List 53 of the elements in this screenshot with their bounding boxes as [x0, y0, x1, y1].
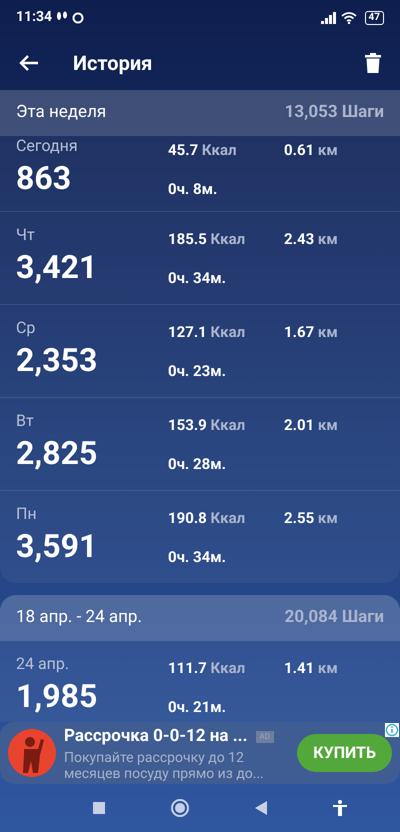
day-row[interactable]: Чт 3,421 185.5 Ккал 0ч. 34м. 2.43 км [0, 211, 400, 304]
status-time: 11:34 [16, 8, 52, 27]
day-label: Пн [16, 504, 38, 524]
week-label: Эта неделя [16, 101, 106, 124]
day-row[interactable]: Пн 3,591 190.8 Ккал 0ч. 34м. 2.55 км [0, 490, 400, 583]
calories-value: 190.8 Ккал [168, 508, 246, 529]
calories-value: 127.1 Ккал [168, 322, 246, 343]
distance-value: 2.01 км [284, 415, 338, 436]
screen-title: История [73, 50, 152, 76]
day-row[interactable]: Ср 2,353 127.1 Ккал 0ч. 23м. 1.67 км [0, 304, 400, 397]
day-label: 24 апр. [16, 654, 70, 674]
back-nav-icon[interactable] [255, 801, 267, 815]
home-button[interactable] [171, 799, 189, 817]
sync-icon [72, 12, 84, 24]
day-steps: 2,353 [16, 340, 168, 380]
wifi-icon [340, 12, 357, 24]
ad-title: Рассрочка 0-0-12 на ... [64, 725, 248, 748]
calories-value: 111.7 Ккал [168, 658, 246, 679]
distance-value: 1.41 км [284, 658, 338, 679]
duration-value: 0ч. 28м. [168, 454, 227, 474]
ad-logo [8, 729, 56, 777]
week-total: 20,084 Шаги [284, 606, 384, 630]
day-label: Сегодня [16, 136, 79, 156]
signal-icon [320, 12, 337, 24]
calories-value: 45.7 Ккал [168, 140, 238, 161]
day-steps: 863 [16, 158, 168, 198]
distance-value: 1.67 км [284, 322, 338, 343]
battery-indicator: 47 [364, 10, 384, 24]
day-steps: 3,591 [16, 526, 168, 566]
day-row[interactable]: Сегодня 863 45.7 Ккал 0ч. 8м. 0.61 км [0, 136, 400, 211]
day-row[interactable]: Вт 2,825 153.9 Ккал 0ч. 28м. 2.01 км [0, 397, 400, 490]
day-steps: 3,421 [16, 247, 168, 287]
week-total: 13,053 Шаги [284, 101, 384, 124]
duration-value: 0ч. 23м. [168, 360, 227, 382]
duration-value: 0ч. 8м. [168, 178, 218, 200]
distance-value: 2.55 км [284, 508, 338, 529]
accessibility-icon[interactable] [333, 800, 347, 816]
day-label: Вт [16, 411, 35, 431]
duration-value: 0ч. 34м. [168, 268, 227, 288]
duration-value: 0ч. 34м. [168, 546, 227, 568]
info-icon[interactable] [385, 723, 399, 737]
day-steps: 1,985 [16, 676, 168, 716]
ad-text: Покупайте рассрочку до 12 месяцев посуду прямо из до... [64, 750, 265, 782]
calories-value: 153.9 Ккал [168, 415, 246, 436]
day-label: Чт [16, 225, 36, 245]
distance-value: 2.43 км [284, 229, 338, 250]
day-label: Ср [16, 318, 36, 338]
day-steps: 2,825 [16, 433, 168, 473]
calories-value: 185.5 Ккал [168, 229, 246, 250]
distance-value: 0.61 км [284, 140, 338, 161]
day-row[interactable]: 24 апр. 1,985 111.7 Ккал 0ч. 21м. 1.41 км [0, 641, 400, 722]
week-label: 18 апр. - 24 апр. [16, 606, 142, 630]
duration-value: 0ч. 21м. [168, 696, 227, 718]
